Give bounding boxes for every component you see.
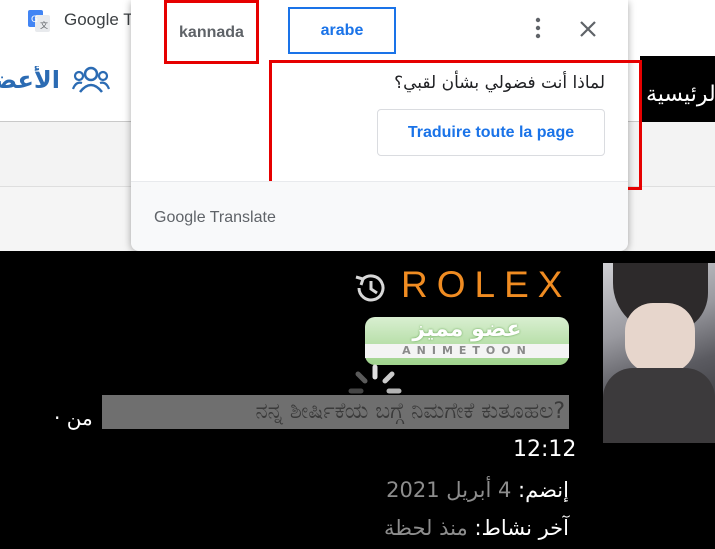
svg-text:G: G (31, 15, 38, 25)
badge-title: عضو مميز (412, 317, 522, 342)
last-active-info: آخر نشاط: منذ لحظة (384, 516, 569, 540)
more-options-icon[interactable] (529, 16, 547, 40)
last-active-value: منذ لحظة (384, 516, 468, 540)
username[interactable]: ROLEX (401, 264, 571, 306)
tab-target-language[interactable]: arabe (288, 7, 396, 54)
history-icon[interactable] (353, 270, 389, 306)
translated-text: لماذا أنت فضولي بشأن لقبي؟ (394, 73, 605, 93)
google-translate-brand: Google Translate (154, 209, 276, 226)
browser-tab-title[interactable]: Google T (64, 10, 134, 30)
tab-source-language[interactable]: kannada (164, 0, 259, 64)
translate-popup: kannada arabe لماذا أنت فضولي بشأن لقبي؟… (131, 0, 642, 251)
svg-text:文: 文 (40, 20, 48, 30)
member-badge: عضو مميز ANIMETOON (365, 317, 569, 365)
joined-info: إنضم: 4 أبريل 2021 (386, 478, 569, 502)
user-title-text: ನನ್ನ ಶೀರ್ಷಿಕೆಯ ಬಗ್ಗೆ ನಿಮಗೇಕೆ ಕುತೂಹಲ? (102, 395, 569, 429)
nav-home-link[interactable]: الرئيسية (640, 56, 715, 126)
close-icon[interactable] (579, 20, 597, 38)
badge-brand: ANIMETOON (402, 344, 532, 357)
joined-label: إنضم: (518, 478, 569, 502)
translate-page-button[interactable]: Traduire toute la page (377, 109, 605, 156)
from-label: · من (54, 406, 93, 430)
nav-members-link[interactable]: الأعضاء (0, 66, 60, 94)
users-icon[interactable] (72, 66, 110, 94)
google-translate-icon: G 文 (28, 10, 50, 32)
joined-value: 4 أبريل 2021 (386, 478, 512, 502)
popup-footer: Google Translate (131, 181, 628, 251)
local-time: 12:12 (513, 437, 577, 462)
avatar[interactable] (603, 263, 715, 443)
last-active-label: آخر نشاط: (474, 516, 569, 540)
